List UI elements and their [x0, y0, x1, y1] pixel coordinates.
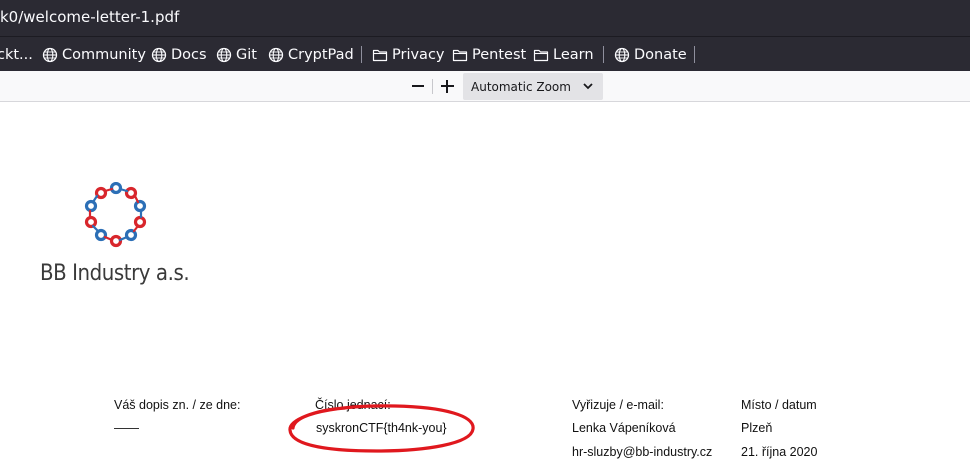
bookmark-donate[interactable]: Donate: [614, 45, 687, 65]
column-header: Váš dopis zn. / ze dne:: [114, 398, 241, 412]
folder-icon: [372, 49, 388, 62]
bookmark-docs[interactable]: Docs: [151, 45, 207, 65]
date-value: 21. října 2020: [741, 445, 818, 459]
bookmark-separator: [694, 46, 695, 63]
handler-name: Lenka Vápeníková: [572, 421, 676, 435]
zoom-select[interactable]: Automatic Zoom: [463, 73, 603, 100]
bookmark-separator: [603, 46, 604, 63]
bookmark-cryptpad[interactable]: CryptPad: [268, 45, 354, 65]
toolbar-separator: [432, 79, 433, 94]
bookmark-label: Privacy: [392, 47, 445, 63]
url-text[interactable]: k0/welcome-letter-1.pdf: [0, 8, 179, 26]
place-value: Plzeň: [741, 421, 773, 435]
chevron-down-icon: [583, 83, 593, 90]
pdf-toolbar: Automatic Zoom: [0, 71, 970, 102]
zoom-in-button[interactable]: [437, 76, 457, 96]
bookmark-label: Community: [62, 47, 146, 63]
letter-reference-value: ——: [114, 421, 139, 435]
minus-icon: [412, 85, 424, 87]
company-name: BB Industry a.s.: [40, 260, 190, 286]
globe-icon: [614, 47, 630, 63]
column-header: Vyřizuje / e-mail:: [572, 398, 664, 412]
highlight-ellipse: [288, 404, 475, 453]
globe-icon: [151, 47, 167, 63]
bookmark-label: Docs: [171, 47, 207, 63]
bookmark-label: Pentest: [472, 47, 527, 63]
url-bar[interactable]: k0/welcome-letter-1.pdf: [0, 0, 970, 36]
pdf-page: BB Industry a.s. Váš dopis zn. / ze dne:…: [0, 102, 970, 475]
bookmark-label: Git: [236, 47, 257, 63]
bookmark-truncated[interactable]: ckt...: [0, 45, 33, 65]
bookmark-community[interactable]: Community: [42, 45, 146, 65]
folder-icon: [452, 49, 468, 62]
globe-icon: [268, 47, 284, 63]
globe-icon: [42, 47, 58, 63]
bookmark-label: Donate: [634, 47, 687, 63]
bookmark-git[interactable]: Git: [216, 45, 257, 65]
company-logo-icon: [84, 182, 147, 248]
column-header: Místo / datum: [741, 398, 817, 412]
folder-icon: [533, 49, 549, 62]
zoom-select-value: Automatic Zoom: [471, 79, 571, 94]
bookmark-label: Learn: [553, 47, 594, 63]
zoom-out-button[interactable]: [408, 76, 428, 96]
plus-icon: [440, 79, 454, 93]
bookmark-label: ckt...: [0, 47, 33, 63]
bookmark-folder-privacy[interactable]: Privacy: [372, 45, 445, 65]
bookmark-label: CryptPad: [288, 47, 354, 63]
handler-email: hr-sluzby@bb-industry.cz: [572, 445, 713, 459]
bookmark-folder-pentest[interactable]: Pentest: [452, 45, 526, 65]
bookmarks-toolbar: ckt... Community Docs Git CryptPad Priva…: [0, 36, 970, 71]
bookmark-separator: [361, 46, 362, 63]
bookmark-folder-learn[interactable]: Learn: [533, 45, 594, 65]
globe-icon: [216, 47, 232, 63]
